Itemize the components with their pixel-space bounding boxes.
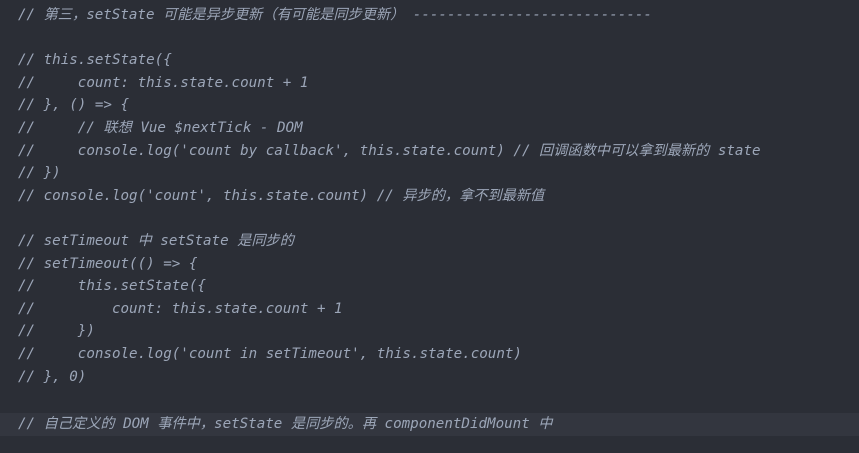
code-line-16[interactable]: // console.log('count in setTimeout', th… [0, 343, 859, 366]
code-line-1[interactable]: // 第三，setState 可能是异步更新（有可能是同步更新） -------… [0, 4, 859, 27]
code-line-7[interactable]: // console.log('count by callback', this… [0, 140, 859, 163]
code-line-12[interactable]: // setTimeout(() => { [0, 253, 859, 276]
code-line-3[interactable]: // this.setState({ [0, 49, 859, 72]
code-line-10[interactable] [0, 207, 859, 230]
code-line-17[interactable]: // }, 0) [0, 366, 859, 389]
code-line-14[interactable]: // count: this.state.count + 1 [0, 298, 859, 321]
code-line-13[interactable]: // this.setState({ [0, 275, 859, 298]
code-line-18[interactable] [0, 388, 859, 411]
code-line-5[interactable]: // }, () => { [0, 94, 859, 117]
code-line-11[interactable]: // setTimeout 中 setState 是同步的 [0, 230, 859, 253]
code-line-15[interactable]: // }) [0, 320, 859, 343]
code-line-2[interactable] [0, 27, 859, 50]
code-line-9[interactable]: // console.log('count', this.state.count… [0, 185, 859, 208]
code-line-19-current[interactable]: // 自己定义的 DOM 事件中，setState 是同步的。再 compone… [0, 413, 859, 436]
code-editor[interactable]: // 第三，setState 可能是异步更新（有可能是同步更新） -------… [0, 0, 859, 453]
code-line-4[interactable]: // count: this.state.count + 1 [0, 72, 859, 95]
code-line-6[interactable]: // // 联想 Vue $nextTick - DOM [0, 117, 859, 140]
code-line-8[interactable]: // }) [0, 162, 859, 185]
